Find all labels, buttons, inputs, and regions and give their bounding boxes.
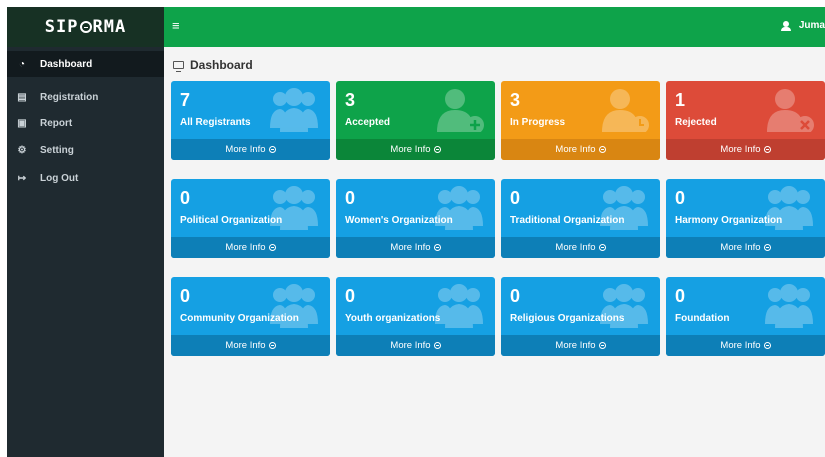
arrow-circle-right-icon bbox=[433, 146, 441, 153]
card-all-registrants: 7 All Registrants More Info bbox=[171, 81, 330, 160]
sidebar-item-report[interactable]: ▣ Report bbox=[7, 110, 164, 136]
more-info-link[interactable]: More Info bbox=[171, 237, 330, 258]
sidebar-item-label: Setting bbox=[40, 144, 74, 156]
arrow-circle-right-icon bbox=[598, 244, 606, 251]
card-count: 1 bbox=[675, 90, 686, 110]
users-icon bbox=[270, 88, 318, 132]
more-info-link[interactable]: More Info bbox=[501, 237, 660, 258]
user-times-icon bbox=[767, 89, 814, 132]
logo-area: SIP RMA bbox=[7, 7, 164, 47]
card-count: 3 bbox=[345, 90, 356, 110]
card-count: 0 bbox=[345, 188, 356, 208]
report-icon: ▣ bbox=[17, 117, 27, 129]
sidebar: SIP RMA ◔ Dashboard ▤ Registration ▣ Repo… bbox=[7, 7, 164, 457]
more-info-link[interactable]: More Info bbox=[171, 335, 330, 356]
more-info-link[interactable]: More Info bbox=[336, 237, 495, 258]
card-label: Community Organization bbox=[180, 313, 299, 324]
card-label: Women's Organization bbox=[345, 215, 453, 226]
more-info-link[interactable]: More Info bbox=[336, 335, 495, 356]
card-count: 0 bbox=[180, 188, 191, 208]
brand-logo-o-icon bbox=[79, 21, 92, 33]
user-plus-icon bbox=[437, 89, 484, 132]
dashboard-icon: ◔ bbox=[18, 58, 26, 70]
card-foundation: 0 Foundation More Info bbox=[666, 277, 825, 356]
card-label: Religious Organizations bbox=[510, 313, 625, 324]
card-harmony-organization: 0 Harmony Organization More Info bbox=[666, 179, 825, 258]
sidebar-item-label: Registration bbox=[40, 91, 99, 103]
sidebar-item-dashboard[interactable]: ◔ Dashboard bbox=[7, 51, 164, 77]
user-name: Juma bbox=[798, 20, 825, 31]
gear-icon: ⚙ bbox=[17, 144, 27, 156]
card-traditional-organization: 0 Traditional Organization More Info bbox=[501, 179, 660, 258]
card-count: 0 bbox=[675, 188, 686, 208]
more-info-link[interactable]: More Info bbox=[666, 335, 825, 356]
card-count: 0 bbox=[345, 286, 356, 306]
more-info-link[interactable]: More Info bbox=[666, 237, 825, 258]
sidebar-item-setting[interactable]: ⚙ Setting bbox=[7, 137, 164, 163]
clipboard-icon: ▤ bbox=[17, 91, 27, 103]
arrow-circle-right-icon bbox=[268, 244, 276, 251]
card-count: 3 bbox=[510, 90, 521, 110]
card-rejected: 1 Rejected More Info bbox=[666, 81, 825, 160]
card-count: 0 bbox=[675, 286, 686, 306]
card-label: Rejected bbox=[675, 117, 717, 128]
card-count: 0 bbox=[510, 286, 521, 306]
top-navbar: ≡ Juma bbox=[164, 7, 825, 47]
card-label: Foundation bbox=[675, 313, 730, 324]
page-title: Dashboard bbox=[173, 58, 253, 72]
card-count: 7 bbox=[180, 90, 191, 110]
user-icon bbox=[780, 20, 791, 31]
arrow-circle-right-icon bbox=[763, 146, 771, 153]
card-community-organization: 0 Community Organization More Info bbox=[171, 277, 330, 356]
card-label: Accepted bbox=[345, 117, 391, 128]
arrow-circle-right-icon bbox=[763, 244, 771, 251]
arrow-circle-right-icon bbox=[598, 146, 606, 153]
monitor-icon bbox=[173, 61, 184, 72]
card-accepted: 3 Accepted More Info bbox=[336, 81, 495, 160]
card-in-progress: 3 In Progress More Info bbox=[501, 81, 660, 160]
arrow-circle-right-icon bbox=[598, 342, 606, 349]
card-religious-organizations: 0 Religious Organizations More Info bbox=[501, 277, 660, 356]
card-youth-organizations: 0 Youth organizations More Info bbox=[336, 277, 495, 356]
card-label: Youth organizations bbox=[345, 313, 441, 324]
arrow-circle-right-icon bbox=[433, 342, 441, 349]
sidebar-item-label: Report bbox=[40, 117, 73, 129]
card-label: All Registrants bbox=[180, 117, 251, 128]
more-info-link[interactable]: More Info bbox=[501, 335, 660, 356]
card-political-organization: 0 Political Organization More Info bbox=[171, 179, 330, 258]
brand-logo[interactable]: SIP RMA bbox=[45, 17, 126, 37]
arrow-circle-right-icon bbox=[268, 146, 276, 153]
more-info-link[interactable]: More Info bbox=[666, 139, 825, 160]
hamburger-menu-icon[interactable]: ≡ bbox=[172, 18, 180, 33]
sidebar-item-label: Log Out bbox=[40, 172, 79, 184]
user-menu[interactable]: Juma bbox=[780, 20, 825, 31]
card-label: In Progress bbox=[510, 117, 566, 128]
card-label: Harmony Organization bbox=[675, 215, 783, 226]
user-clock-icon bbox=[602, 89, 649, 132]
app-frame: SIP RMA ◔ Dashboard ▤ Registration ▣ Repo… bbox=[7, 7, 825, 457]
users-icon bbox=[765, 284, 813, 328]
arrow-circle-right-icon bbox=[268, 342, 276, 349]
page-title-text: Dashboard bbox=[190, 58, 253, 72]
more-info-link[interactable]: More Info bbox=[501, 139, 660, 160]
card-label: Political Organization bbox=[180, 215, 283, 226]
card-count: 0 bbox=[510, 188, 521, 208]
more-info-link[interactable]: More Info bbox=[171, 139, 330, 160]
arrow-circle-right-icon bbox=[433, 244, 441, 251]
sidebar-item-logout[interactable]: ↦ Log Out bbox=[7, 165, 164, 191]
card-label: Traditional Organization bbox=[510, 215, 625, 226]
card-womens-organization: 0 Women's Organization More Info bbox=[336, 179, 495, 258]
sidebar-item-label: Dashboard bbox=[40, 58, 93, 70]
logout-icon: ↦ bbox=[17, 172, 27, 184]
more-info-link[interactable]: More Info bbox=[336, 139, 495, 160]
arrow-circle-right-icon bbox=[763, 342, 771, 349]
card-count: 0 bbox=[180, 286, 191, 306]
sidebar-item-registration[interactable]: ▤ Registration bbox=[7, 84, 164, 110]
